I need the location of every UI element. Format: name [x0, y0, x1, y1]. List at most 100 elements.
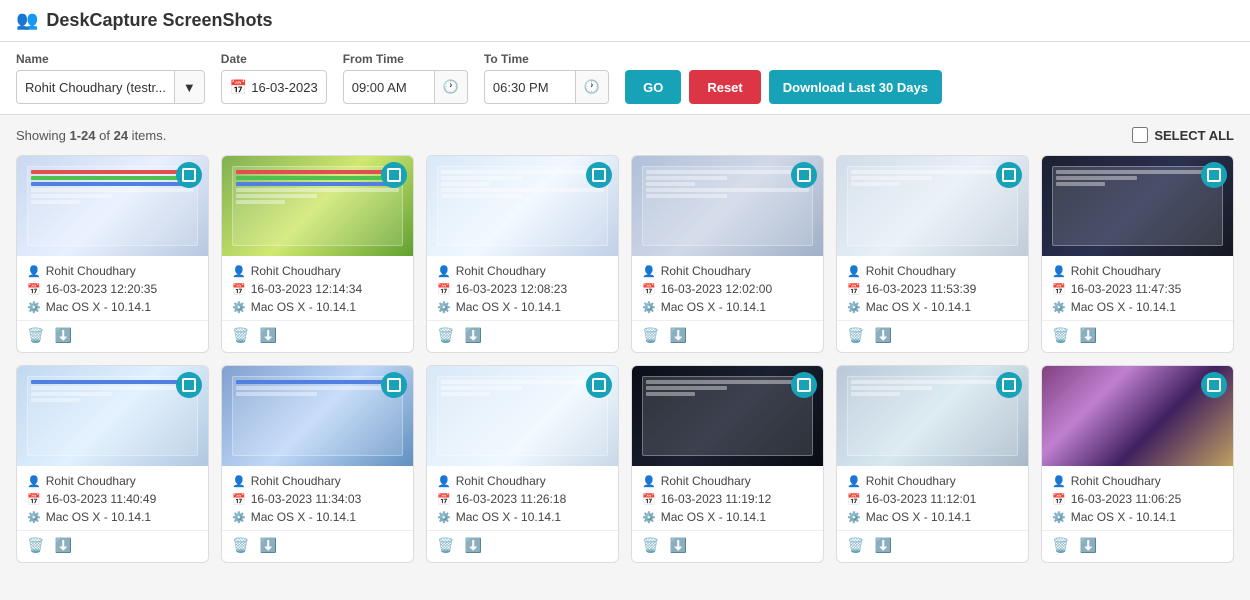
gear-icon: ⚙️ [847, 511, 861, 524]
card-user-name: Rohit Choudhary [866, 474, 956, 488]
screenshot-card: 👤Rohit Choudhary📅16-03-2023 11:40:49⚙️Ma… [16, 365, 209, 563]
delete-button[interactable]: 🗑️ [847, 327, 864, 344]
card-user-name: Rohit Choudhary [866, 264, 956, 278]
download-button[interactable]: ⬇️ [874, 327, 891, 344]
from-time-input-wrapper[interactable]: 09:00 AM 🕐 [343, 70, 468, 104]
card-datetime: 16-03-2023 11:26:18 [456, 492, 567, 506]
download-button[interactable]: ⬇️ [669, 327, 686, 344]
screenshot-card: 👤Rohit Choudhary📅16-03-2023 11:47:35⚙️Ma… [1041, 155, 1234, 353]
card-select-checkbox[interactable] [996, 372, 1022, 398]
download-last-30-days-button[interactable]: Download Last 30 Days [769, 70, 942, 104]
card-user-name: Rohit Choudhary [46, 474, 136, 488]
download-button[interactable]: ⬇️ [1079, 537, 1096, 554]
to-time-icon[interactable]: 🕐 [575, 71, 608, 103]
download-button[interactable]: ⬇️ [1079, 327, 1096, 344]
name-input-wrapper[interactable]: Rohit Choudhary (testr... ▼ [16, 70, 205, 104]
download-button[interactable]: ⬇️ [464, 537, 481, 554]
calendar-icon: 📅 [1052, 493, 1066, 506]
from-time-icon[interactable]: 🕐 [434, 71, 467, 103]
card-select-checkbox[interactable] [176, 162, 202, 188]
select-all-wrapper[interactable]: SELECT ALL [1132, 127, 1234, 143]
gear-icon: ⚙️ [642, 301, 656, 314]
card-select-checkbox[interactable] [586, 372, 612, 398]
card-thumbnail [222, 366, 413, 466]
download-button[interactable]: ⬇️ [669, 537, 686, 554]
delete-button[interactable]: 🗑️ [437, 537, 454, 554]
delete-button[interactable]: 🗑️ [437, 327, 454, 344]
card-select-checkbox[interactable] [381, 162, 407, 188]
user-icon: 👤 [27, 265, 41, 278]
download-button[interactable]: ⬇️ [54, 537, 71, 554]
screenshot-card: 👤Rohit Choudhary📅16-03-2023 12:08:23⚙️Ma… [426, 155, 619, 353]
screenshot-mockup [642, 376, 814, 456]
delete-button[interactable]: 🗑️ [232, 537, 249, 554]
card-select-checkbox[interactable] [791, 162, 817, 188]
card-thumbnail [222, 156, 413, 256]
card-user-name: Rohit Choudhary [251, 264, 341, 278]
download-button[interactable]: ⬇️ [874, 537, 891, 554]
action-buttons: GO Reset Download Last 30 Days [625, 52, 942, 104]
card-select-checkbox[interactable] [1201, 372, 1227, 398]
delete-button[interactable]: 🗑️ [1052, 327, 1069, 344]
card-os: Mac OS X - 10.14.1 [1071, 300, 1176, 314]
screenshot-card: 👤Rohit Choudhary📅16-03-2023 12:20:35⚙️Ma… [16, 155, 209, 353]
delete-button[interactable]: 🗑️ [642, 327, 659, 344]
card-user-name: Rohit Choudhary [46, 264, 136, 278]
user-icon: 👤 [232, 475, 246, 488]
from-time-value: 09:00 AM [344, 80, 434, 95]
delete-button[interactable]: 🗑️ [232, 327, 249, 344]
card-user-name: Rohit Choudhary [456, 264, 546, 278]
card-select-checkbox[interactable] [996, 162, 1022, 188]
name-dropdown-toggle[interactable]: ▼ [174, 71, 204, 103]
card-thumbnail [17, 156, 208, 256]
card-os: Mac OS X - 10.14.1 [1071, 510, 1176, 524]
users-icon: 👥 [16, 10, 38, 31]
delete-button[interactable]: 🗑️ [27, 537, 44, 554]
to-time-value: 06:30 PM [485, 80, 575, 95]
main-content: Showing 1-24 of 24 items. SELECT ALL 👤Ro… [0, 115, 1250, 575]
download-button[interactable]: ⬇️ [464, 327, 481, 344]
card-thumbnail [837, 366, 1028, 466]
screenshots-grid: 👤Rohit Choudhary📅16-03-2023 12:20:35⚙️Ma… [16, 155, 1234, 563]
card-select-checkbox[interactable] [176, 372, 202, 398]
card-thumbnail [17, 366, 208, 466]
calendar-icon: 📅 [1052, 283, 1066, 296]
card-thumbnail [1042, 366, 1233, 466]
download-button[interactable]: ⬇️ [54, 327, 71, 344]
gear-icon: ⚙️ [847, 301, 861, 314]
user-icon: 👤 [847, 475, 861, 488]
user-icon: 👤 [1052, 265, 1066, 278]
card-user-name: Rohit Choudhary [1071, 264, 1161, 278]
go-button[interactable]: GO [625, 70, 681, 104]
screenshot-card: 👤Rohit Choudhary📅16-03-2023 11:12:01⚙️Ma… [836, 365, 1029, 563]
screenshot-card: 👤Rohit Choudhary📅16-03-2023 11:06:25⚙️Ma… [1041, 365, 1234, 563]
delete-button[interactable]: 🗑️ [27, 327, 44, 344]
card-select-checkbox[interactable] [381, 372, 407, 398]
from-time-label: From Time [343, 52, 468, 66]
download-button[interactable]: ⬇️ [259, 537, 276, 554]
card-select-checkbox[interactable] [1201, 162, 1227, 188]
screenshot-card: 👤Rohit Choudhary📅16-03-2023 11:53:39⚙️Ma… [836, 155, 1029, 353]
delete-button[interactable]: 🗑️ [642, 537, 659, 554]
download-button[interactable]: ⬇️ [259, 327, 276, 344]
screenshot-card: 👤Rohit Choudhary📅16-03-2023 12:02:00⚙️Ma… [631, 155, 824, 353]
card-thumbnail [427, 156, 618, 256]
card-datetime: 16-03-2023 11:47:35 [1071, 282, 1182, 296]
calendar-icon: 📅 [847, 493, 861, 506]
reset-button[interactable]: Reset [689, 70, 760, 104]
card-datetime: 16-03-2023 11:53:39 [866, 282, 977, 296]
card-os: Mac OS X - 10.14.1 [456, 510, 561, 524]
delete-button[interactable]: 🗑️ [847, 537, 864, 554]
delete-button[interactable]: 🗑️ [1052, 537, 1069, 554]
to-time-input-wrapper[interactable]: 06:30 PM 🕐 [484, 70, 609, 104]
card-datetime: 16-03-2023 11:12:01 [866, 492, 977, 506]
calendar-icon: 📅 [232, 493, 246, 506]
card-select-checkbox[interactable] [586, 162, 612, 188]
select-all-checkbox[interactable] [1132, 127, 1148, 143]
screenshot-card: 👤Rohit Choudhary📅16-03-2023 11:34:03⚙️Ma… [221, 365, 414, 563]
showing-text: Showing 1-24 of 24 items. [16, 128, 166, 143]
card-select-checkbox[interactable] [791, 372, 817, 398]
date-input-wrapper[interactable]: 📅 16-03-2023 [221, 70, 327, 104]
card-os: Mac OS X - 10.14.1 [251, 510, 356, 524]
screenshot-mockup [232, 376, 404, 456]
